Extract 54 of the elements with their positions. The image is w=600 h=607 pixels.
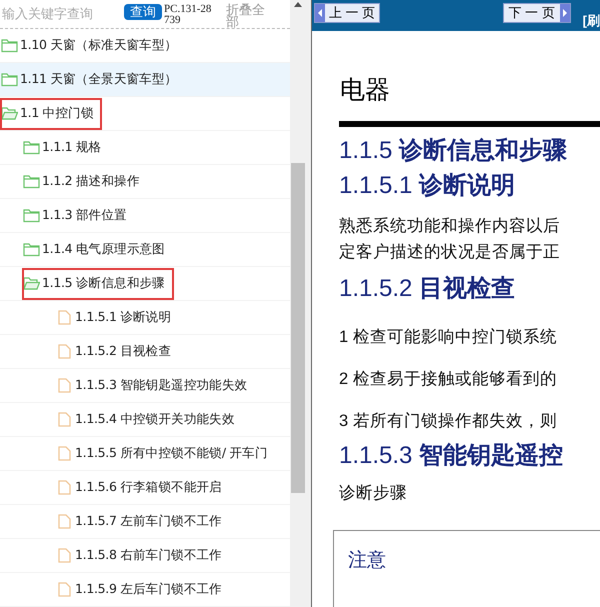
tree-item[interactable]: 1.1.4 电气原理示意图 (0, 233, 290, 267)
note-title: 注意 (348, 550, 386, 571)
paragraph-line: 定客户描述的状况是否属于正 (339, 242, 561, 263)
next-page-button[interactable]: 下 一 页 (502, 3, 571, 23)
document-icon (56, 344, 73, 359)
refresh-link[interactable]: [刷 (582, 11, 600, 30)
document-icon (56, 310, 73, 325)
folder-icon (23, 174, 40, 189)
paragraph-line: 熟悉系统功能和操作内容以后 (339, 216, 561, 237)
tree-item[interactable]: 1.1.2 描述和操作 (0, 165, 290, 199)
step-text: 3 若所有门锁操作都失效，则 (339, 411, 558, 432)
tree-item[interactable]: 1.1.5.4 中控锁开关功能失效 (0, 403, 290, 437)
tree-item[interactable]: 1.1.5.3 智能钥匙遥控功能失效 (0, 369, 290, 403)
open-folder-icon (23, 276, 40, 291)
search-button[interactable]: 查询 (124, 4, 162, 20)
step-text: 2 检查易于接触或能够看到的 (339, 369, 558, 390)
folder-icon (23, 140, 40, 155)
folder-icon (1, 72, 18, 87)
document-icon (56, 446, 73, 461)
folder-icon (23, 208, 40, 223)
document-icon (56, 412, 73, 427)
tree-item[interactable]: 1.1.5.8 右前车门锁不工作 (0, 539, 290, 573)
folder-icon (23, 242, 40, 257)
step-text: 1 检查可能影响中控门锁系统 (339, 327, 558, 348)
document-code: PC.131-28739 (164, 4, 212, 26)
section-heading: 1.1.5.1 诊断说明 (339, 171, 516, 201)
section-heading: 1.1.5.3 智能钥匙遥控 (339, 441, 564, 471)
document-icon (56, 514, 73, 529)
scrollbar-thumb[interactable] (291, 163, 305, 493)
body-text: 诊断步骤 (339, 483, 408, 504)
document-icon (56, 582, 73, 597)
tree-item[interactable]: 1.1.5.7 左前车门锁不工作 (0, 505, 290, 539)
tree-item[interactable]: 1.1.5.1 诊断说明 (0, 301, 290, 335)
scroll-up-icon[interactable] (294, 2, 302, 7)
search-field[interactable]: 输入关键字查询 (2, 4, 120, 24)
tree-item[interactable]: 1.11 天窗（全景天窗车型） (0, 63, 290, 97)
open-folder-icon (1, 106, 18, 121)
tree-item[interactable]: 1.1.5.9 左后车门锁不工作 (0, 573, 290, 607)
page-title: 电器 (340, 74, 391, 106)
tree-item[interactable]: 1.1.1 规格 (0, 131, 290, 165)
folder-icon (1, 38, 18, 53)
tree-item[interactable]: 1.1.3 部件位置 (0, 199, 290, 233)
document-icon (56, 378, 73, 393)
tree-item[interactable]: 1.1.5.2 目视检查 (0, 335, 290, 369)
scrollbar[interactable] (290, 0, 306, 607)
tree-item[interactable]: 1.1.5.5 所有中控锁不能锁/ 开车门 (0, 437, 290, 471)
tree-item[interactable]: 1.1.5 诊断信息和步骤 (0, 267, 290, 301)
section-heading: 1.1.5 诊断信息和步骤 (339, 136, 568, 166)
tree-item[interactable]: 1.1 中控门锁 (0, 97, 290, 131)
section-heading: 1.1.5.2 目视检查 (339, 274, 516, 304)
document-icon (56, 548, 73, 563)
tree-item[interactable]: 1.1.5.6 行李箱锁不能开启 (0, 471, 290, 505)
document-icon (56, 480, 73, 495)
previous-page-button[interactable]: 上 一 页 (314, 3, 380, 23)
